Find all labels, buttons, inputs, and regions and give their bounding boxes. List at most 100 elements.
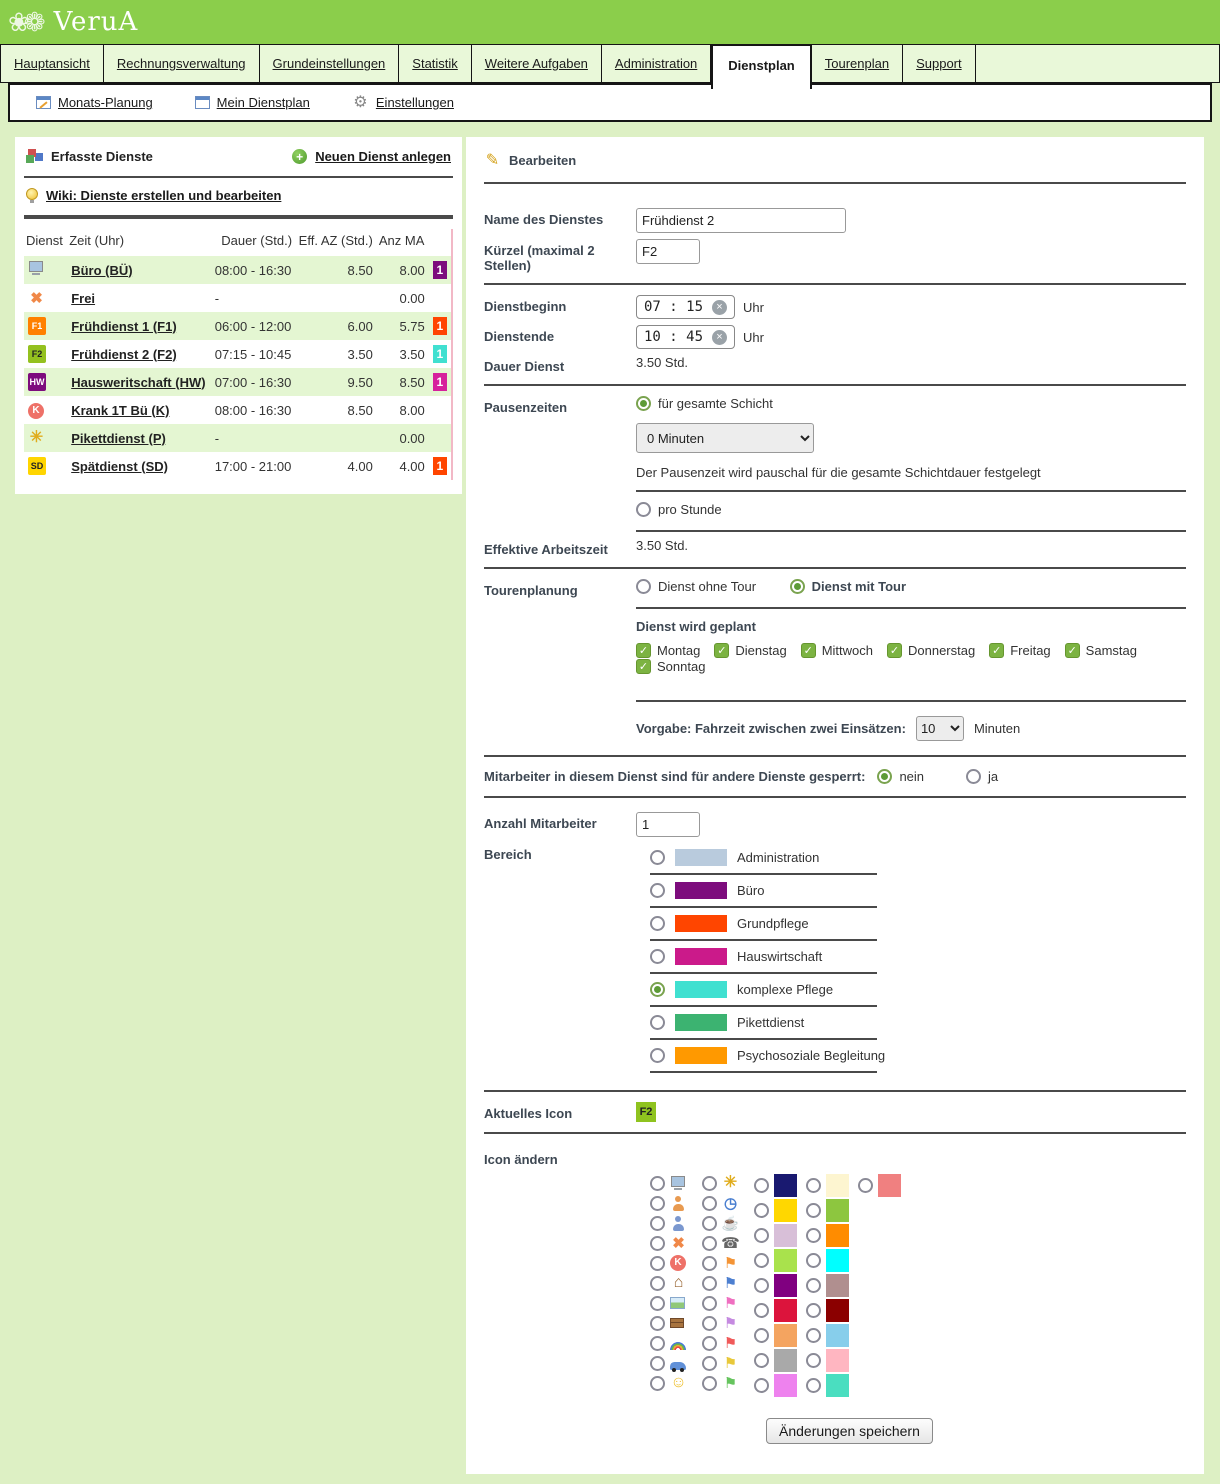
radio-icon-person-clock-blue-icon[interactable] <box>650 1216 665 1231</box>
radio-icon-coffee-cup-icon[interactable] <box>702 1216 717 1231</box>
checkbox-montag[interactable]: ✓ <box>636 643 651 658</box>
radio-color-8b0000[interactable] <box>806 1303 821 1318</box>
tab-tourenplan[interactable]: Tourenplan <box>812 44 903 83</box>
service-dauer-cell <box>296 424 377 452</box>
checkbox-freitag[interactable]: ✓ <box>989 643 1004 658</box>
radio-color-a9e24c[interactable] <box>754 1253 769 1268</box>
radio-dienst-mit-tour[interactable] <box>790 579 805 594</box>
radio-bereich-administration[interactable] <box>650 850 665 865</box>
radio-color-ffd700[interactable] <box>754 1203 769 1218</box>
service-link-hausweritschaft-hw[interactable]: Hausweritschaft (HW) <box>71 375 205 390</box>
radio-icon-flag-orange-icon[interactable] <box>702 1256 717 1271</box>
radio-color-4adec0[interactable] <box>806 1378 821 1393</box>
radio-color-87ceeb[interactable] <box>806 1328 821 1343</box>
tab-dienstplan[interactable]: Dienstplan <box>711 44 811 89</box>
radio-icon-alarm-clock-icon[interactable] <box>702 1196 717 1211</box>
radio-color-d8bfd8[interactable] <box>754 1228 769 1243</box>
radio-color-f08080[interactable] <box>858 1178 873 1193</box>
dienstende-input[interactable]: 10 : 45 <box>636 325 735 349</box>
fahrzeit-select[interactable]: 10 <box>916 716 964 741</box>
radio-icon-phone-icon[interactable] <box>702 1236 717 1251</box>
subnav-item-monats-planung[interactable]: Monats-Planung <box>36 95 153 110</box>
radio-bereich-b-ro[interactable] <box>650 883 665 898</box>
tab-grundeinstellungen[interactable]: Grundeinstellungen <box>260 44 400 83</box>
service-link-sp-tdienst-sd[interactable]: Spätdienst (SD) <box>71 459 168 474</box>
radio-color-ee82ee[interactable] <box>754 1378 769 1393</box>
radio-gesamte-schicht[interactable] <box>636 396 651 411</box>
radio-color-191970[interactable] <box>754 1178 769 1193</box>
anzahl-mitarbeiter-input[interactable] <box>636 812 700 837</box>
radio-dienst-ohne-tour[interactable] <box>636 579 651 594</box>
checkbox-mittwoch[interactable]: ✓ <box>801 643 816 658</box>
save-button[interactable]: Änderungen speichern <box>766 1418 933 1444</box>
tab-support[interactable]: Support <box>903 44 976 83</box>
radio-color-a9a9a9[interactable] <box>754 1353 769 1368</box>
radio-bereich-komplexe-pflege[interactable] <box>650 982 665 997</box>
radio-color-ffb6c1[interactable] <box>806 1353 821 1368</box>
clear-time-icon[interactable] <box>712 300 727 315</box>
radio-color-f4a460[interactable] <box>754 1328 769 1343</box>
checkbox-dienstag[interactable]: ✓ <box>714 643 729 658</box>
service-link-fr-hdienst-2-f2[interactable]: Frühdienst 2 (F2) <box>71 347 176 362</box>
radio-icon-smiley-icon[interactable] <box>650 1376 665 1391</box>
checkbox-sonntag[interactable]: ✓ <box>636 659 651 674</box>
service-link-krank-1t-b-k[interactable]: Krank 1T Bü (K) <box>71 403 169 418</box>
radio-icon-computer-icon[interactable] <box>650 1176 665 1191</box>
radio-gesperrt-ja[interactable] <box>966 769 981 784</box>
radio-icon-picture-icon[interactable] <box>650 1296 665 1311</box>
radio-color-fdf5d0[interactable] <box>806 1178 821 1193</box>
radio-icon-rainbow-icon[interactable] <box>650 1336 665 1351</box>
tab-administration[interactable]: Administration <box>602 44 711 83</box>
new-service-link[interactable]: Neuen Dienst anlegen <box>315 149 451 164</box>
radio-icon-flag-violet-icon[interactable] <box>702 1316 717 1331</box>
pause-duration-select[interactable]: 0 Minuten <box>636 423 814 453</box>
radio-pro-stunde[interactable] <box>636 502 651 517</box>
dienstbeginn-input[interactable]: 07 : 15 <box>636 295 735 319</box>
radio-icon-asterisk-icon[interactable] <box>702 1176 717 1191</box>
service-link-frei[interactable]: Frei <box>71 291 95 306</box>
kuerzel-input[interactable] <box>636 239 700 264</box>
radio-icon-flag-red-icon[interactable] <box>702 1336 717 1351</box>
name-input[interactable] <box>636 208 846 233</box>
radio-color-8dc63f[interactable] <box>806 1203 821 1218</box>
tab-weitere-aufgaben[interactable]: Weitere Aufgaben <box>472 44 602 83</box>
radio-bereich-psychosoziale-begleitung[interactable] <box>650 1048 665 1063</box>
subnav-item-mein-dienstplan[interactable]: Mein Dienstplan <box>195 95 310 110</box>
radio-color-b08f8f[interactable] <box>806 1278 821 1293</box>
radio-color-800080[interactable] <box>754 1278 769 1293</box>
radio-icon-house-icon[interactable] <box>650 1276 665 1291</box>
app-logo: VeruA <box>54 7 139 37</box>
divider <box>484 755 1186 757</box>
bereich-options: AdministrationBüroGrundpflegeHauswirtsch… <box>636 843 1186 1080</box>
radio-icon-flag-green-icon[interactable] <box>702 1376 717 1391</box>
radio-color-ff8c00[interactable] <box>806 1228 821 1243</box>
checkbox-donnerstag[interactable]: ✓ <box>887 643 902 658</box>
radio-color-00ffff[interactable] <box>806 1253 821 1268</box>
tab-rechnungsverwaltung[interactable]: Rechnungsverwaltung <box>104 44 260 83</box>
flourish-decoration-icon: ❀❁ <box>8 7 40 38</box>
checkbox-samstag[interactable]: ✓ <box>1065 643 1080 658</box>
radio-bereich-hauswirtschaft[interactable] <box>650 949 665 964</box>
radio-bereich-pikettdienst[interactable] <box>650 1015 665 1030</box>
wiki-link[interactable]: Wiki: Dienste erstellen und bearbeiten <box>46 188 281 203</box>
radio-gesperrt-nein[interactable] <box>877 769 892 784</box>
radio-icon-car-icon[interactable] <box>650 1356 665 1371</box>
radio-icon-flag-pink-icon[interactable] <box>702 1296 717 1311</box>
service-link-fr-hdienst-1-f1[interactable]: Frühdienst 1 (F1) <box>71 319 176 334</box>
radio-color-dc143c[interactable] <box>754 1303 769 1318</box>
radio-icon-person-clock-orange-icon[interactable] <box>650 1196 665 1211</box>
radio-icon-sick-k-icon[interactable] <box>650 1256 665 1271</box>
radio-icon-flag-blue-icon[interactable] <box>702 1276 717 1291</box>
tab-statistik[interactable]: Statistik <box>399 44 472 83</box>
clear-time-icon[interactable] <box>712 330 727 345</box>
service-link-b-ro-b[interactable]: Büro (BÜ) <box>71 263 132 278</box>
radio-icon-x-icon[interactable] <box>650 1236 665 1251</box>
service-link-pikettdienst-p[interactable]: Pikettdienst (P) <box>71 431 166 446</box>
radio-bereich-grundpflege[interactable] <box>650 916 665 931</box>
tab-hauptansicht[interactable]: Hauptansicht <box>0 44 104 83</box>
radio-icon-chest-icon[interactable] <box>650 1316 665 1331</box>
subnav-item-einstellungen[interactable]: Einstellungen <box>352 94 454 111</box>
fahrzeit-label: Vorgabe: Fahrzeit zwischen zwei Einsätze… <box>636 721 906 736</box>
radio-icon-flag-yellow-icon[interactable] <box>702 1356 717 1371</box>
smiley-icon <box>670 1375 687 1392</box>
